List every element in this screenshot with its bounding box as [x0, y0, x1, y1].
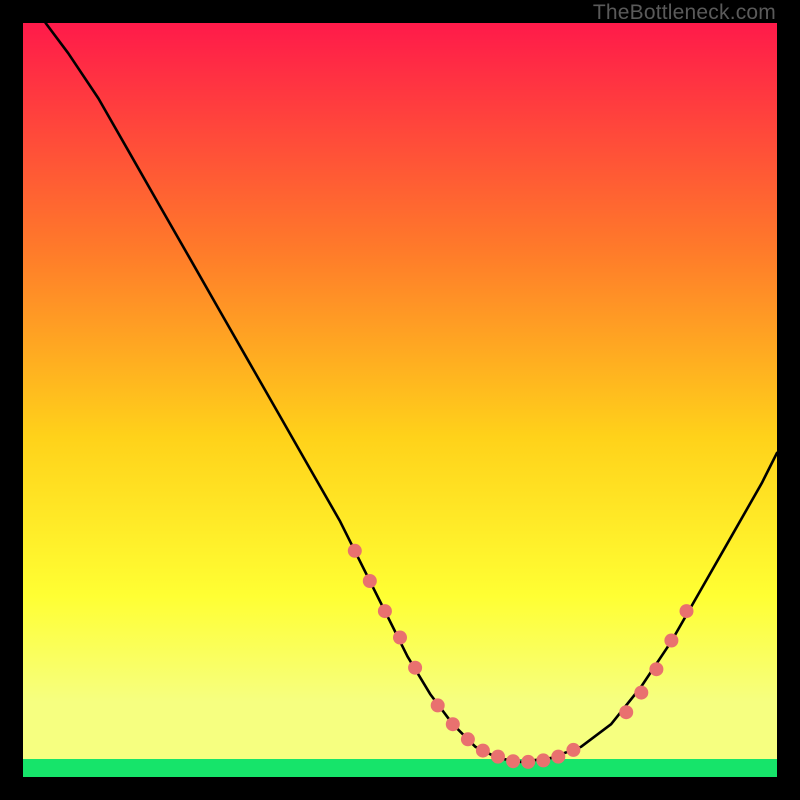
curve-marker: [506, 754, 520, 768]
chart-frame: [23, 23, 777, 777]
curve-marker: [431, 698, 445, 712]
bottleneck-curve-chart: [23, 23, 777, 777]
curve-marker: [551, 750, 565, 764]
curve-marker: [619, 705, 633, 719]
curve-marker: [680, 604, 694, 618]
curve-marker: [461, 732, 475, 746]
curve-marker: [634, 686, 648, 700]
curve-marker: [348, 544, 362, 558]
gradient-background: [23, 23, 777, 777]
curve-marker: [378, 604, 392, 618]
curve-marker: [649, 662, 663, 676]
curve-marker: [491, 750, 505, 764]
curve-marker: [664, 634, 678, 648]
curve-marker: [446, 717, 460, 731]
curve-marker: [408, 661, 422, 675]
watermark-text: TheBottleneck.com: [593, 1, 776, 25]
curve-marker: [363, 574, 377, 588]
curve-marker: [566, 743, 580, 757]
curve-marker: [536, 753, 550, 767]
curve-marker: [521, 755, 535, 769]
curve-marker: [476, 744, 490, 758]
curve-marker: [393, 631, 407, 645]
